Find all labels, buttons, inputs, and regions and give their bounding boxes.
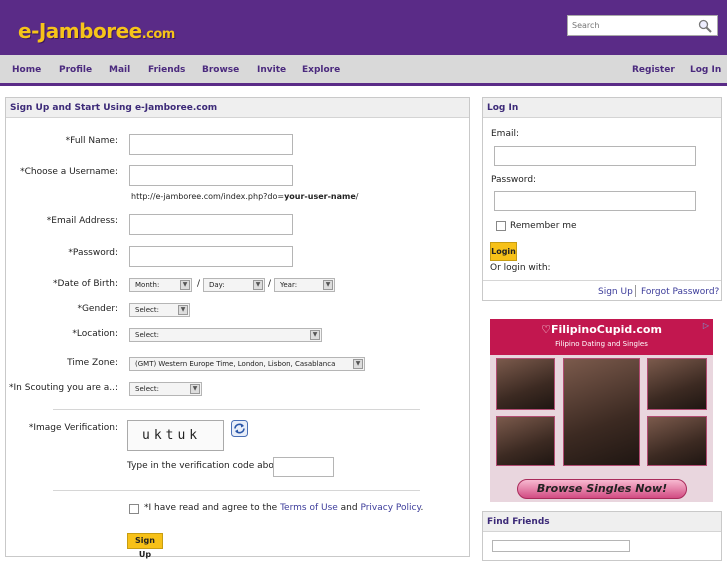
heart-icon: ♡ bbox=[541, 323, 551, 336]
ad-photo bbox=[496, 416, 555, 466]
date-separator: / bbox=[268, 279, 272, 289]
link-separator bbox=[635, 285, 636, 297]
login-password-label: Password: bbox=[491, 175, 537, 185]
username-label: *Choose a Username: bbox=[20, 167, 118, 177]
captcha-label: *Image Verification: bbox=[28, 423, 118, 433]
find-friends-title: Find Friends bbox=[483, 512, 721, 532]
browse-singles-button[interactable]: Browse Singles Now! bbox=[517, 479, 687, 499]
divider bbox=[53, 409, 420, 410]
nav-explore[interactable]: Explore bbox=[302, 65, 340, 75]
location-label: *Location: bbox=[72, 329, 118, 339]
nav-login[interactable]: Log In bbox=[690, 65, 721, 75]
email-field[interactable] bbox=[129, 214, 293, 235]
captcha-prompt: Type in the verification code above: bbox=[127, 461, 288, 471]
scouting-label: *In Scouting you are a..: bbox=[9, 383, 118, 393]
gender-select[interactable]: Select: ▼ bbox=[129, 303, 190, 317]
ad-photo bbox=[647, 358, 707, 410]
chevron-down-icon: ▼ bbox=[190, 384, 200, 394]
timezone-select[interactable]: (GMT) Western Europe Time, London, Lisbo… bbox=[129, 357, 365, 371]
advertisement-banner[interactable]: ♡FilipinoCupid.com Filipino Dating and S… bbox=[490, 319, 713, 502]
chevron-down-icon: ▼ bbox=[310, 330, 320, 340]
dob-label: *Date of Birth: bbox=[52, 279, 118, 289]
chevron-down-icon: ▼ bbox=[253, 280, 263, 290]
captcha-image: uktuk bbox=[127, 420, 224, 451]
divider bbox=[483, 280, 721, 281]
chevron-down-icon: ▼ bbox=[323, 280, 333, 290]
location-select[interactable]: Select: ▼ bbox=[129, 328, 322, 342]
captcha-input[interactable] bbox=[273, 457, 334, 477]
terms-link[interactable]: Terms of Use bbox=[280, 503, 338, 513]
site-logo[interactable]: e-Jamboree.com bbox=[18, 19, 175, 43]
nav-browse[interactable]: Browse bbox=[202, 65, 239, 75]
nav-invite[interactable]: Invite bbox=[257, 65, 286, 75]
refresh-icon[interactable] bbox=[231, 420, 248, 437]
ad-photo bbox=[647, 416, 707, 466]
signup-panel-title: Sign Up and Start Using e-Jamboree.com bbox=[6, 98, 469, 118]
search-input[interactable] bbox=[568, 16, 693, 35]
dob-day-select[interactable]: Day: ▼ bbox=[203, 278, 265, 292]
password-label: *Password: bbox=[68, 248, 118, 258]
magnifier-icon[interactable] bbox=[698, 19, 712, 33]
profile-url-hint: http://e-jamboree.com/index.php?do=your-… bbox=[131, 192, 359, 201]
ad-photo bbox=[563, 358, 640, 466]
remember-me-checkbox[interactable] bbox=[496, 221, 506, 231]
search-box bbox=[567, 15, 718, 36]
nav-profile[interactable]: Profile bbox=[59, 65, 92, 75]
nav-home[interactable]: Home bbox=[12, 65, 41, 75]
privacy-link[interactable]: Privacy Policy bbox=[360, 503, 420, 513]
timezone-label: Time Zone: bbox=[67, 358, 118, 368]
password-field[interactable] bbox=[129, 246, 293, 267]
agree-text: *I have read and agree to the Terms of U… bbox=[144, 503, 424, 513]
signup-button[interactable]: Sign Up bbox=[127, 533, 163, 559]
site-header: e-Jamboree.com bbox=[0, 0, 727, 55]
dob-month-select[interactable]: Month: ▼ bbox=[129, 278, 192, 292]
date-separator: / bbox=[197, 279, 201, 289]
chevron-down-icon: ▼ bbox=[180, 280, 190, 290]
ad-choices-icon[interactable]: ▷ bbox=[701, 321, 711, 331]
ad-brand: ♡FilipinoCupid.com bbox=[541, 323, 662, 336]
username-field[interactable] bbox=[129, 165, 293, 186]
divider bbox=[53, 490, 420, 491]
main-navbar: Home Profile Mail Friends Browse Invite … bbox=[0, 55, 727, 86]
scouting-select[interactable]: Select: ▼ bbox=[129, 382, 202, 396]
chevron-down-icon: ▼ bbox=[178, 305, 188, 315]
login-email-label: Email: bbox=[491, 129, 520, 139]
full-name-field[interactable] bbox=[129, 134, 293, 155]
find-friends-input[interactable] bbox=[492, 540, 630, 552]
full-name-label: *Full Name: bbox=[65, 136, 118, 146]
gender-label: *Gender: bbox=[77, 304, 118, 314]
ad-photo bbox=[496, 358, 555, 410]
login-email-field[interactable] bbox=[494, 146, 696, 166]
login-panel-title: Log In bbox=[483, 98, 721, 118]
remember-me-label: Remember me bbox=[510, 221, 577, 231]
signup-link[interactable]: Sign Up bbox=[598, 287, 633, 297]
email-label: *Email Address: bbox=[46, 216, 118, 226]
ad-header: ♡FilipinoCupid.com Filipino Dating and S… bbox=[490, 319, 713, 355]
or-login-with-label: Or login with: bbox=[490, 263, 551, 273]
nav-register[interactable]: Register bbox=[632, 65, 675, 75]
login-password-field[interactable] bbox=[494, 191, 696, 211]
dob-year-select[interactable]: Year: ▼ bbox=[274, 278, 335, 292]
nav-friends[interactable]: Friends bbox=[148, 65, 185, 75]
login-button[interactable]: Login bbox=[490, 242, 517, 261]
forgot-password-link[interactable]: Forgot Password? bbox=[641, 287, 719, 297]
find-friends-panel: Find Friends bbox=[482, 511, 722, 561]
ad-tagline: Filipino Dating and Singles bbox=[555, 340, 648, 348]
nav-mail[interactable]: Mail bbox=[109, 65, 130, 75]
chevron-down-icon: ▼ bbox=[353, 359, 363, 369]
agree-checkbox[interactable] bbox=[129, 504, 139, 514]
